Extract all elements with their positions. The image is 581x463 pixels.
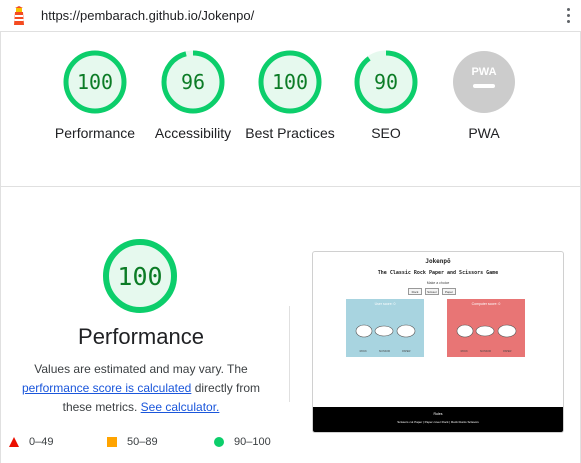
gauge-score-accessibility: 96: [181, 70, 205, 94]
more-options-icon[interactable]: [567, 8, 571, 24]
thumb-computer-rock: ROCK: [460, 350, 468, 353]
gauge-pwa[interactable]: PWA PWA: [434, 50, 534, 143]
thumb-computer-paper: PAPER: [503, 350, 512, 353]
desc-text-start: Values are estimated and may vary. The: [34, 362, 248, 376]
legend-average: 50–89: [107, 436, 158, 448]
performance-title: Performance: [78, 324, 204, 349]
gauge-label-best-practices: Best Practices: [245, 125, 335, 141]
thumb-footer-rules: Scissors cut Paper | Paper cover Rock | …: [397, 420, 479, 424]
hand-icons: [456, 324, 517, 338]
pwa-badge-text: PWA: [471, 66, 496, 78]
thumb-computer-panel: Computer score: 0 ROCK SCISSOR PAPER: [447, 299, 525, 357]
thumb-btn-paper: Paper: [442, 288, 456, 295]
performance-score-gauge: 100: [103, 239, 177, 313]
thumb-btn-scissor: Scissor: [425, 288, 439, 295]
legend-fail-range: 0–49: [29, 436, 54, 448]
gauge-label-performance: Performance: [54, 125, 136, 141]
thumb-user-buttons: ROCK SCISSOR PAPER: [346, 350, 424, 353]
score-calculated-link[interactable]: performance score is calculated: [22, 381, 191, 395]
page-url[interactable]: https://pembarach.github.io/Jokenpo/: [41, 8, 254, 23]
gauge-score-best-practices: 100: [272, 70, 308, 94]
performance-description: Values are estimated and may vary. The p…: [10, 360, 272, 417]
thumb-user-rock: ROCK: [359, 350, 367, 353]
score-legend: 0–49 50–89 90–100: [0, 436, 581, 454]
gauge-best-practices[interactable]: 100 Best Practices: [240, 50, 340, 143]
performance-score-value: 100: [117, 262, 162, 291]
thumb-computer-buttons: ROCK SCISSOR PAPER: [447, 350, 525, 353]
legend-pass-range: 90–100: [234, 436, 271, 448]
gauge-label-accessibility: Accessibility: [154, 125, 232, 141]
see-calculator-link[interactable]: See calculator.: [141, 400, 220, 414]
thumb-make-choice: Make a choice: [426, 281, 450, 285]
legend-fail: 0–49: [9, 436, 53, 448]
pwa-badge-icon: PWA: [453, 51, 515, 113]
lighthouse-icon: [14, 6, 24, 25]
thumb-user-score: User score: 0: [374, 302, 396, 306]
thumb-user-scissor: SCISSOR: [378, 350, 391, 353]
vertical-separator: [289, 306, 290, 402]
score-ring-seo: 90: [354, 50, 418, 114]
legend-pass: 90–100: [214, 436, 271, 448]
url-bar: https://pembarach.github.io/Jokenpo/: [0, 0, 581, 32]
score-ring-accessibility: 96: [161, 50, 225, 114]
pass-circle-icon: [214, 437, 224, 447]
thumb-subtitle: The Classic Rock Paper and Scissors Game: [377, 270, 499, 276]
hand-icons: [355, 324, 416, 338]
section-divider: [0, 186, 581, 187]
final-screenshot-thumbnail[interactable]: Jokenpô The Classic Rock Paper and Sciss…: [312, 251, 564, 433]
gauge-label-pwa: PWA: [468, 125, 500, 141]
thumb-computer-scissor: SCISSOR: [479, 350, 492, 353]
thumb-btn-rock: Rock: [408, 288, 422, 295]
gauge-seo[interactable]: 90 SEO: [336, 50, 436, 143]
gauge-score-seo: 90: [374, 70, 398, 94]
thumb-footer: Rules Scissors cut Paper | Paper cover R…: [313, 407, 563, 432]
gauge-performance[interactable]: 100 Performance: [45, 50, 145, 143]
legend-average-range: 50–89: [127, 436, 158, 448]
gauge-score-performance: 100: [77, 70, 113, 94]
score-ring-performance: 100: [63, 50, 127, 114]
thumb-footer-title: Rules: [433, 412, 443, 416]
gauge-label-seo: SEO: [371, 125, 401, 141]
thumb-computer-score: Computer score: 0: [471, 302, 501, 306]
thumb-user-panel: User score: 0 ROCK SCISSOR PAPER: [346, 299, 424, 357]
thumb-title: Jokenpô: [425, 258, 451, 265]
category-gauges: 100 Performance 96 Accessibility 100 Bes…: [0, 33, 581, 186]
score-ring-best-practices: 100: [258, 50, 322, 114]
average-square-icon: [107, 437, 117, 447]
thumb-user-paper: PAPER: [402, 350, 411, 353]
gauge-accessibility[interactable]: 96 Accessibility: [143, 50, 243, 143]
thumb-choice-buttons: Rock Scissor Paper: [408, 288, 456, 295]
fail-triangle-icon: [9, 437, 19, 447]
